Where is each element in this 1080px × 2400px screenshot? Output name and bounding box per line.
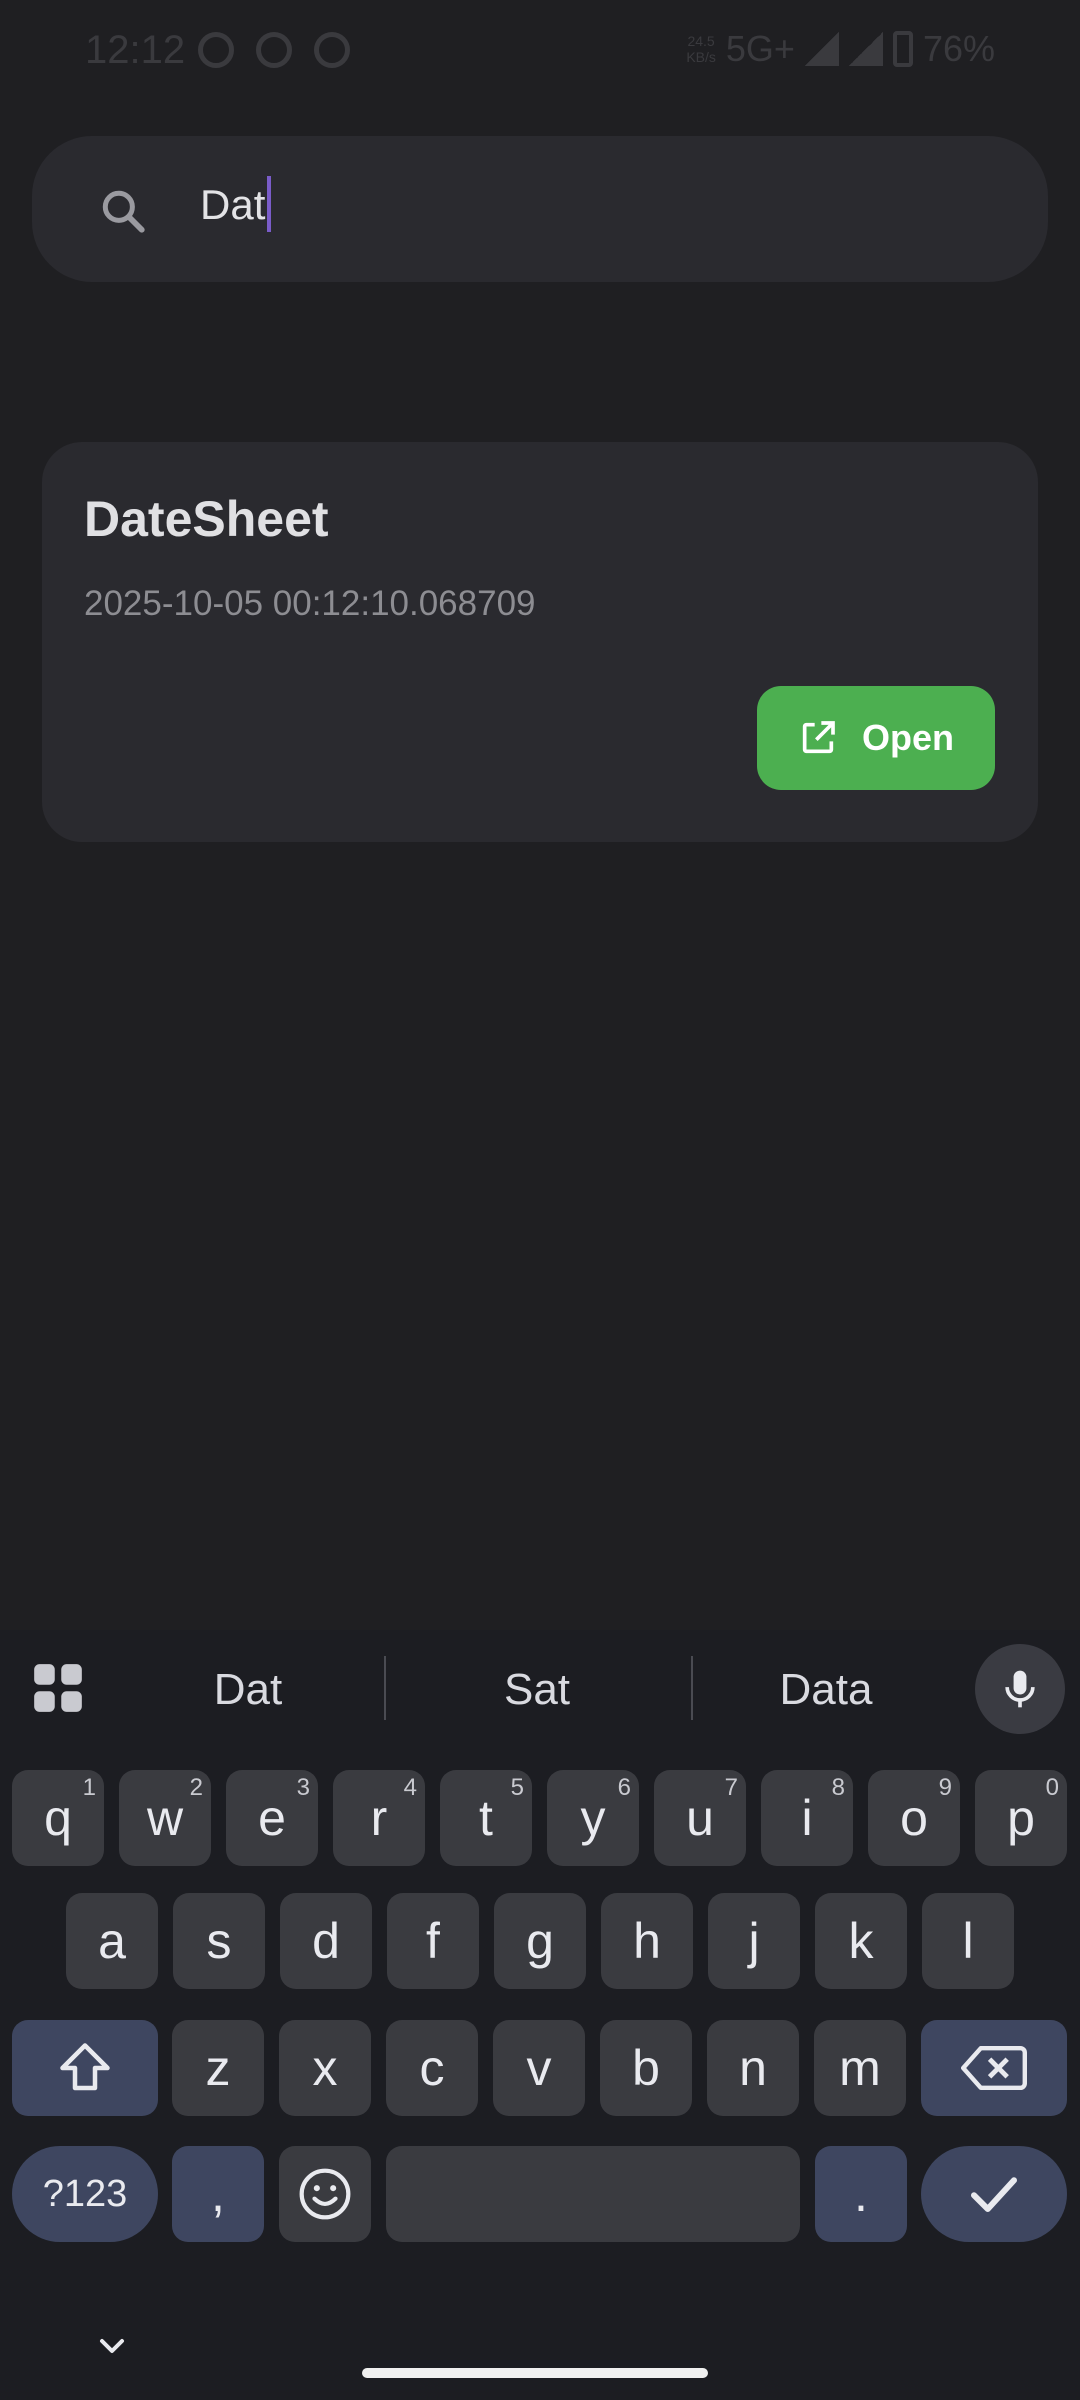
backspace-key[interactable] bbox=[921, 2020, 1067, 2116]
key-v[interactable]: v bbox=[493, 2020, 585, 2116]
key-t[interactable]: t5 bbox=[440, 1770, 532, 1866]
key-hint: 1 bbox=[82, 1774, 96, 1801]
key-q[interactable]: q1 bbox=[12, 1770, 104, 1866]
key-p[interactable]: p0 bbox=[975, 1770, 1067, 1866]
notification-icons bbox=[198, 32, 350, 68]
shift-key[interactable] bbox=[12, 2020, 158, 2116]
signal-icon-2 bbox=[848, 32, 883, 66]
key-j[interactable]: j bbox=[708, 1893, 800, 1989]
key-k[interactable]: k bbox=[815, 1893, 907, 1989]
key-hint: 6 bbox=[617, 1774, 631, 1801]
key-m[interactable]: m bbox=[814, 2020, 906, 2116]
status-time: 12:12 bbox=[85, 28, 186, 72]
key-a[interactable]: a bbox=[66, 1893, 158, 1989]
key-h[interactable]: h bbox=[601, 1893, 693, 1989]
key-r[interactable]: r4 bbox=[333, 1770, 425, 1866]
key-hint: 3 bbox=[296, 1774, 310, 1801]
emoji-key[interactable] bbox=[279, 2146, 371, 2242]
key-b[interactable]: b bbox=[600, 2020, 692, 2116]
status-bar: 12:12 24.5 KB/s 5G+ 76% bbox=[0, 0, 1080, 105]
key-f[interactable]: f bbox=[387, 1893, 479, 1989]
period-key[interactable]: . bbox=[815, 2146, 907, 2242]
key-e[interactable]: e3 bbox=[226, 1770, 318, 1866]
network-type: 5G+ bbox=[725, 28, 795, 69]
key-i[interactable]: i8 bbox=[761, 1770, 853, 1866]
search-input[interactable]: Dat bbox=[200, 176, 272, 236]
key-u[interactable]: u7 bbox=[654, 1770, 746, 1866]
network-speed: 24.5 KB/s bbox=[686, 33, 716, 65]
open-external-icon bbox=[802, 721, 835, 754]
key-n[interactable]: n bbox=[707, 2020, 799, 2116]
key-d[interactable]: d bbox=[280, 1893, 372, 1989]
key-l[interactable]: l bbox=[922, 1893, 1014, 1989]
open-button[interactable]: Open bbox=[757, 686, 995, 790]
status-right: 24.5 KB/s 5G+ 76% bbox=[686, 28, 995, 70]
search-icon bbox=[102, 190, 145, 233]
battery-percent: 76% bbox=[922, 28, 995, 69]
backspace-icon bbox=[961, 2045, 1027, 2090]
result-title: DateSheet bbox=[84, 491, 329, 547]
suggestion-1[interactable]: Dat bbox=[128, 1658, 368, 1722]
result-timestamp: 2025-10-05 00:12:10.068709 bbox=[84, 584, 536, 623]
suggestion-3[interactable]: Data bbox=[706, 1658, 946, 1722]
home-indicator[interactable] bbox=[362, 2368, 708, 2378]
space-key[interactable] bbox=[386, 2146, 800, 2242]
flash-icon bbox=[314, 32, 350, 68]
key-hint: 4 bbox=[403, 1774, 417, 1801]
open-button-label: Open bbox=[861, 717, 954, 758]
check-icon bbox=[971, 2177, 1017, 2212]
key-hint: 0 bbox=[1045, 1774, 1059, 1801]
vpn-icon bbox=[198, 32, 234, 68]
signal-icon bbox=[804, 32, 839, 66]
suggestion-2[interactable]: Sat bbox=[417, 1658, 657, 1722]
navigation-bar bbox=[0, 2270, 1080, 2400]
mic-icon bbox=[1005, 1670, 1035, 1708]
key-g[interactable]: g bbox=[494, 1893, 586, 1989]
key-hint: 9 bbox=[938, 1774, 952, 1801]
emoji-icon bbox=[299, 2168, 351, 2220]
symbols-key[interactable]: ?123 bbox=[12, 2146, 158, 2242]
key-o[interactable]: o9 bbox=[868, 1770, 960, 1866]
search-bar[interactable]: Dat bbox=[32, 136, 1048, 282]
key-z[interactable]: z bbox=[172, 2020, 264, 2116]
suggestion-divider bbox=[691, 1656, 693, 1720]
result-card[interactable]: DateSheet 2025-10-05 00:12:10.068709 Ope… bbox=[42, 442, 1038, 842]
comma-key[interactable]: , bbox=[172, 2146, 264, 2242]
battery-icon bbox=[892, 31, 913, 67]
key-s[interactable]: s bbox=[173, 1893, 265, 1989]
key-hint: 7 bbox=[724, 1774, 738, 1801]
key-x[interactable]: x bbox=[279, 2020, 371, 2116]
key-hint: 2 bbox=[189, 1774, 203, 1801]
chevron-down-icon[interactable] bbox=[92, 2326, 132, 2366]
shift-icon bbox=[60, 2043, 110, 2091]
settings-icon bbox=[256, 32, 292, 68]
mic-button[interactable] bbox=[975, 1644, 1065, 1734]
key-y[interactable]: y6 bbox=[547, 1770, 639, 1866]
enter-key[interactable] bbox=[921, 2146, 1067, 2242]
suggestion-divider bbox=[384, 1656, 386, 1720]
suggestion-strip: Dat Sat Data bbox=[0, 1630, 1080, 1750]
apps-grid-icon[interactable] bbox=[32, 1662, 84, 1714]
key-hint: 8 bbox=[831, 1774, 845, 1801]
key-hint: 5 bbox=[510, 1774, 524, 1801]
key-c[interactable]: c bbox=[386, 2020, 478, 2116]
text-caret bbox=[267, 176, 272, 232]
key-w[interactable]: w2 bbox=[119, 1770, 211, 1866]
